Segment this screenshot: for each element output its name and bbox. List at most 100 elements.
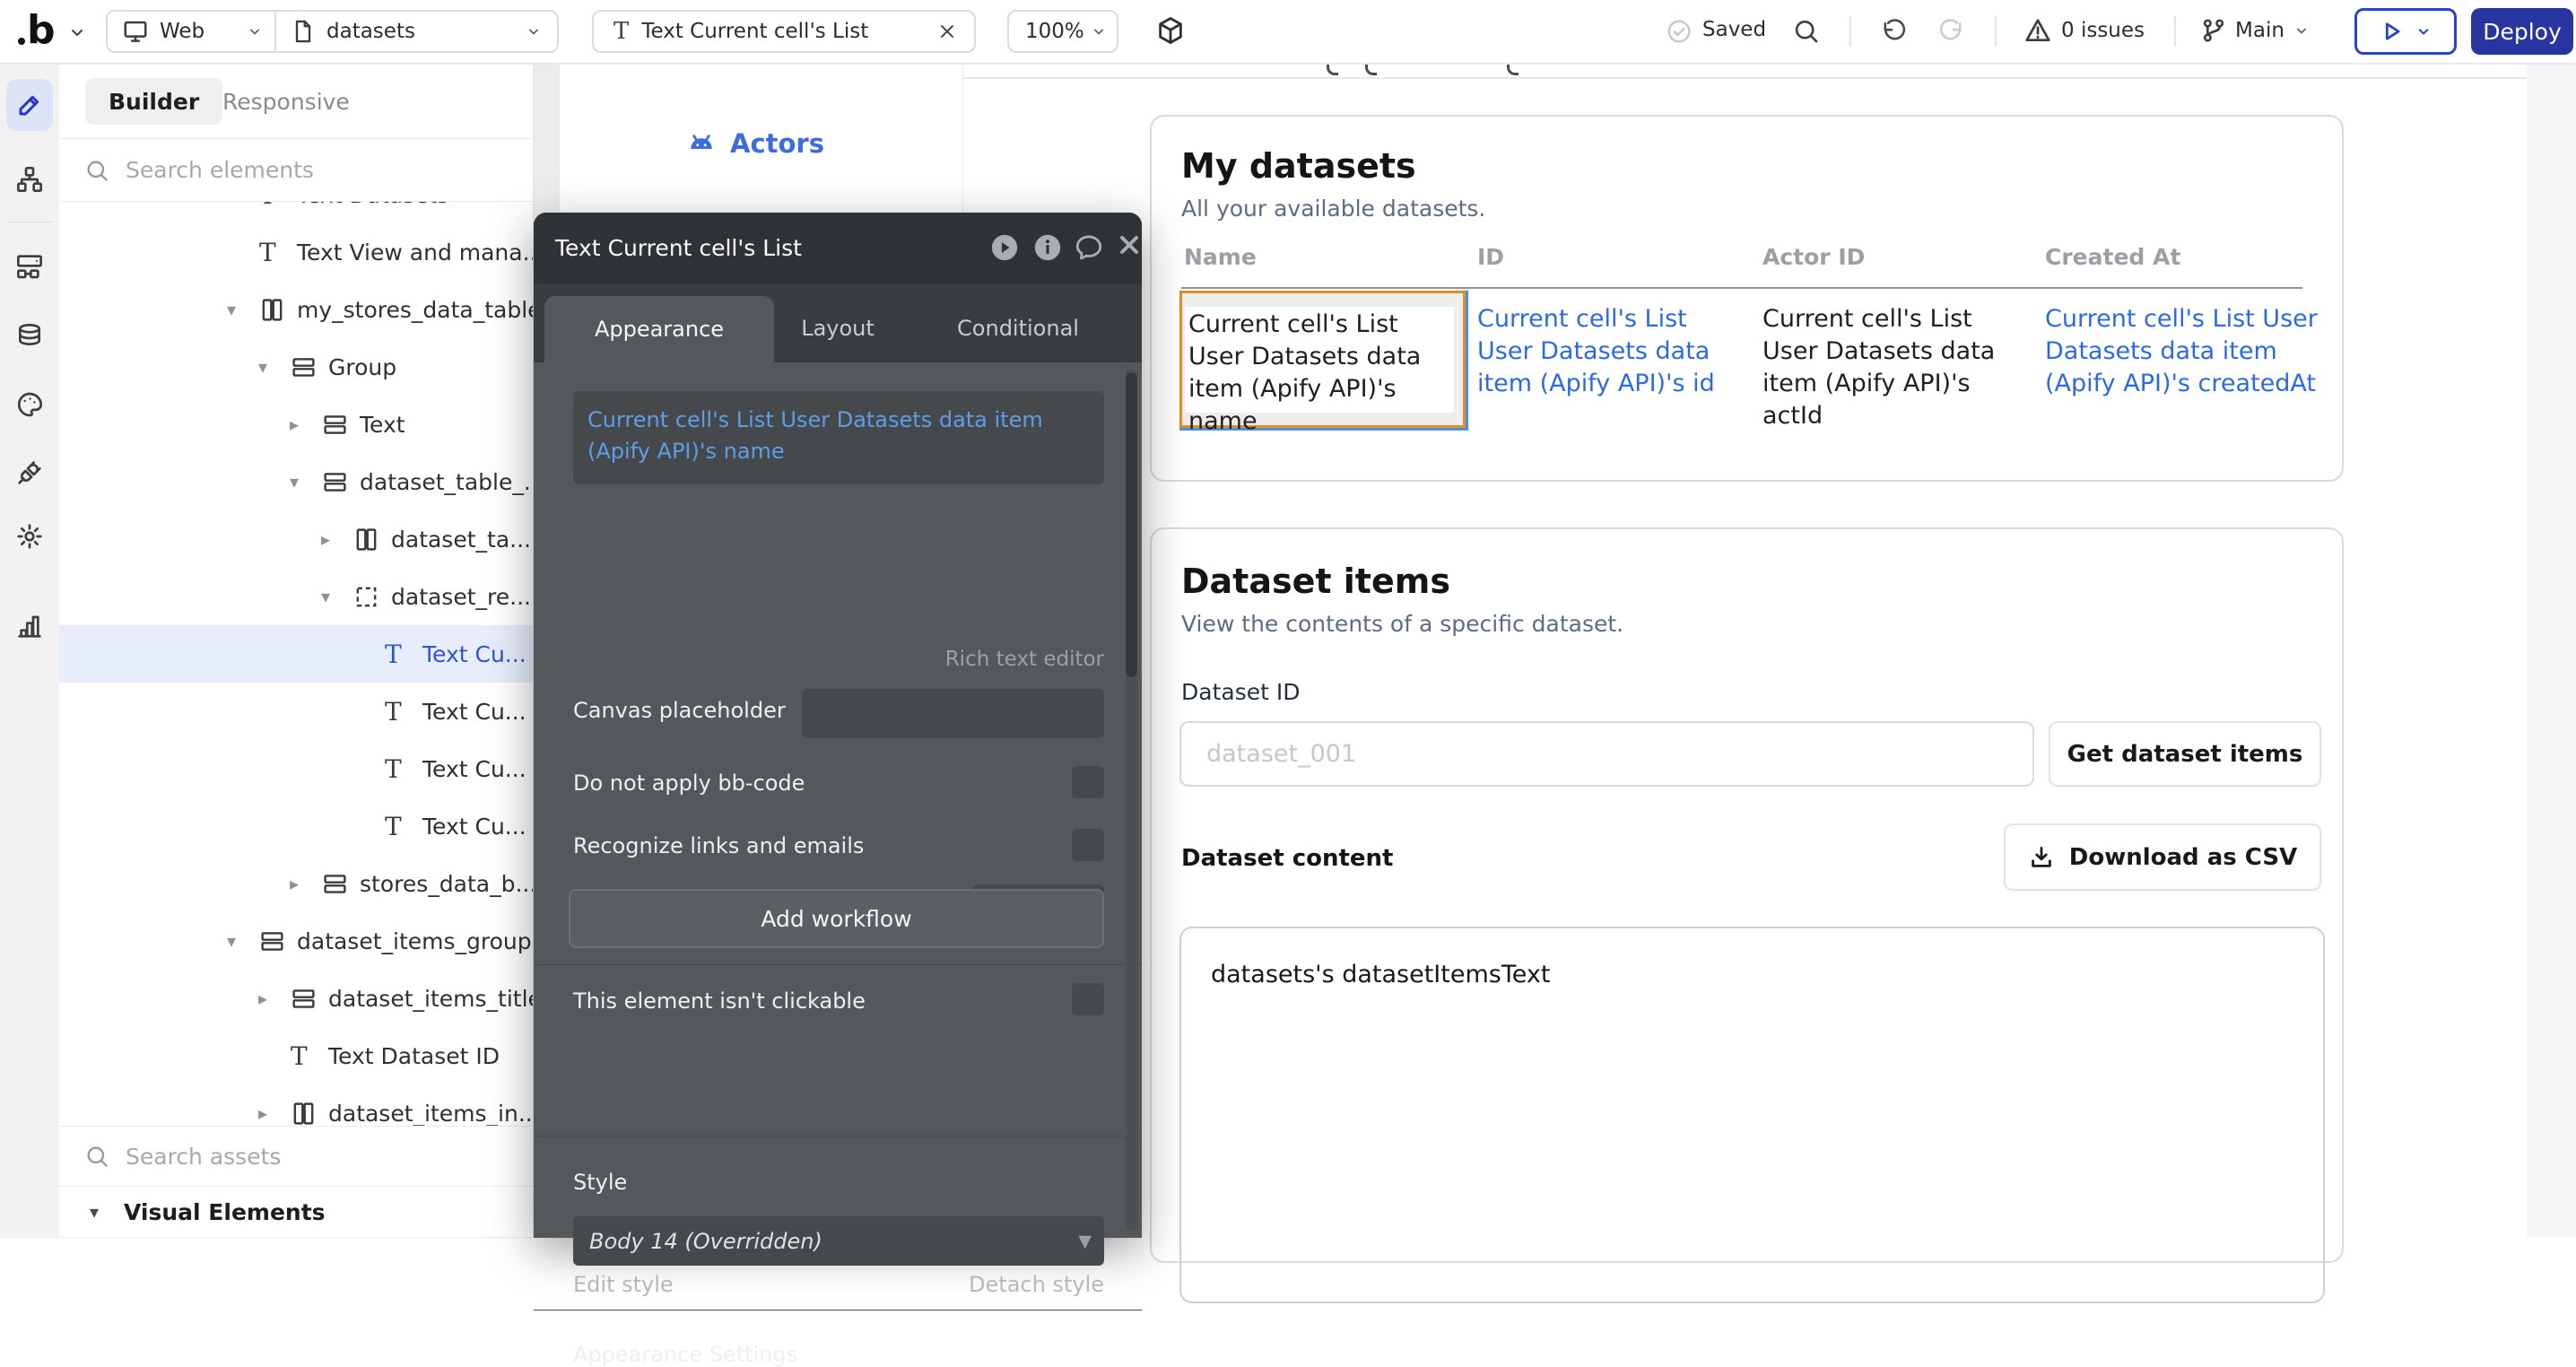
tab-conditional[interactable]: Conditional — [942, 316, 1094, 341]
search-assets-input[interactable] — [124, 1143, 468, 1171]
caret-icon[interactable]: ▾ — [321, 586, 353, 607]
style-select[interactable]: Body 14 (Overridden) ▼ — [573, 1216, 1104, 1266]
download-csv-button[interactable]: Download as CSV — [2004, 823, 2321, 891]
tree-item-text-datasets[interactable]: TText Datasets — [59, 202, 533, 223]
open-element-tab[interactable]: T Text Current cell's List — [592, 10, 976, 53]
dataset-content-box[interactable]: datasets's datasetItemsText — [1179, 927, 2325, 1303]
page-header-rule — [962, 77, 2527, 79]
search-elements-input[interactable] — [124, 156, 468, 184]
preview-button[interactable] — [2354, 8, 2457, 55]
pencil-icon[interactable] — [15, 91, 44, 119]
add-workflow-button[interactable]: Add workflow — [569, 889, 1104, 948]
cube-icon[interactable] — [1155, 15, 1186, 46]
columns-element-icon — [353, 527, 391, 553]
tab-responsive[interactable]: Responsive — [203, 78, 370, 125]
inspector-title: Text Current cell's List — [555, 235, 802, 261]
rich-text-editor-link[interactable]: Rich text editor — [945, 648, 1104, 671]
tree-item-text-cu[interactable]: TText Cu... — [59, 625, 533, 683]
dataset-id-input[interactable] — [1179, 721, 2034, 787]
tree-item-label: dataset_items_group — [297, 928, 532, 954]
canvas-placeholder-input[interactable] — [802, 689, 1104, 738]
text-expression-field[interactable]: Current cell's List User Datasets data i… — [573, 391, 1104, 484]
undo-icon[interactable] — [1880, 17, 1908, 45]
tree-item-dataset-items-title[interactable]: ▸dataset_items_title — [59, 970, 533, 1027]
tab-layout[interactable]: Layout — [761, 316, 914, 341]
play-circle-icon[interactable] — [989, 232, 1020, 263]
tree-item-text[interactable]: ▸Text — [59, 396, 533, 453]
selected-text-element-cell[interactable]: Current cell's List User Datasets data i… — [1179, 291, 1466, 428]
search-icon[interactable] — [1792, 17, 1820, 45]
cell-id-value[interactable]: Current cell's List User Datasets data i… — [1477, 303, 1721, 400]
tab-appearance[interactable]: Appearance — [544, 296, 774, 362]
chevron-down-icon — [525, 22, 543, 40]
caret-icon[interactable]: ▸ — [258, 1102, 291, 1124]
branch-selector[interactable]: Main — [2235, 19, 2284, 42]
tree-item-dataset-items-group[interactable]: ▾ dataset_items_group — [59, 912, 533, 970]
info-circle-icon[interactable] — [1032, 232, 1063, 263]
tree-item-dataset-table[interactable]: ▾dataset_table_... — [59, 453, 533, 510]
workspace-chevron-icon[interactable] — [66, 22, 88, 43]
wireframe-icon[interactable] — [15, 252, 44, 281]
caret-icon[interactable]: ▾ — [227, 930, 259, 952]
text-element-icon: T — [259, 202, 297, 210]
close-icon[interactable] — [936, 21, 958, 42]
palette-icon[interactable] — [15, 390, 44, 419]
open-tab-label: Text Current cell's List — [641, 20, 868, 43]
bubble-logo-dot — [18, 38, 25, 45]
caret-icon[interactable]: ▸ — [321, 528, 353, 550]
tree-item-text-view-and-mana[interactable]: TText View and mana... — [59, 223, 533, 281]
caret-icon[interactable]: ▾ — [290, 471, 322, 492]
text-element-icon: T — [385, 697, 422, 727]
issues-count[interactable]: 0 issues — [2061, 19, 2145, 42]
toolbar-divider — [1995, 16, 1997, 47]
caret-icon[interactable]: ▸ — [290, 873, 322, 894]
tree-item-text-dataset-id[interactable]: TText Dataset ID — [59, 1027, 533, 1084]
text-element-icon: T — [259, 238, 297, 267]
redo-icon[interactable] — [1937, 17, 1965, 45]
tree-item-text-cu[interactable]: TText Cu... — [59, 797, 533, 855]
detach-style-link[interactable]: Detach style — [969, 1272, 1104, 1297]
cell-created-at-value[interactable]: Current cell's List User Datasets data i… — [2045, 303, 2334, 400]
close-icon[interactable] — [1115, 231, 1145, 261]
rows-element-icon — [291, 354, 328, 380]
caret-icon[interactable]: ▸ — [258, 988, 291, 1009]
comment-icon[interactable] — [1074, 232, 1104, 263]
chart-icon[interactable] — [15, 612, 44, 640]
plug-icon[interactable] — [15, 458, 44, 487]
panel-tabs: Builder Responsive — [59, 63, 533, 139]
tree-item-text-cu[interactable]: TText Cu... — [59, 740, 533, 797]
get-dataset-items-button[interactable]: Get dataset items — [2049, 721, 2321, 787]
tree-item-dataset-re[interactable]: ▾dataset_re... — [59, 568, 533, 625]
tree-item-label: dataset_ta... — [391, 527, 531, 553]
tree-item-label: Text Cu... — [422, 814, 527, 840]
inspector-titlebar[interactable]: Text Current cell's List — [534, 213, 1142, 283]
tree-item-dataset-ta[interactable]: ▸ dataset_ta... — [59, 510, 533, 568]
gear-icon[interactable] — [15, 522, 44, 551]
cell-actor-id-value[interactable]: Current cell's List User Datasets data i… — [1762, 303, 2006, 432]
tree-item-group[interactable]: ▾Group — [59, 338, 533, 396]
page-selector[interactable]: datasets — [276, 19, 557, 44]
caret-icon[interactable]: ▸ — [290, 414, 322, 435]
caret-icon[interactable]: ▾ — [227, 299, 259, 320]
recognize-links-checkbox[interactable] — [1072, 829, 1104, 861]
tree-item-stores-data-b[interactable]: ▸stores_data_b... — [59, 855, 533, 912]
tree-item-my-stores-data-table[interactable]: ▾my_stores_data_table — [59, 281, 533, 338]
sitemap-icon[interactable] — [15, 165, 44, 194]
elements-panel: Builder Responsive TText DatasetsTText V… — [59, 63, 534, 1238]
edit-style-link[interactable]: Edit style — [573, 1272, 674, 1297]
tree-item-dataset-items-in[interactable]: ▸dataset_items_in... — [59, 1084, 533, 1126]
caret-icon[interactable]: ▾ — [258, 356, 291, 378]
database-icon[interactable] — [15, 322, 44, 351]
bbcode-checkbox[interactable] — [1072, 766, 1104, 798]
bubble-logo[interactable]: b — [27, 7, 56, 53]
tree-item-text-cu[interactable]: TText Cu... — [59, 683, 533, 740]
card-title: My datasets — [1181, 146, 1416, 186]
deploy-button[interactable]: Deploy — [2471, 8, 2573, 55]
device-selector[interactable]: Web — [108, 18, 274, 45]
inspector-scrollbar-thumb[interactable] — [1126, 372, 1137, 677]
visual-elements-section[interactable]: ▾ Visual Elements — [59, 1187, 533, 1238]
not-clickable-checkbox[interactable] — [1072, 983, 1104, 1015]
zoom-selector[interactable]: 100% — [1007, 10, 1118, 53]
sidebar-item-actors[interactable]: Actors — [685, 127, 824, 160]
robot-icon — [685, 127, 718, 160]
